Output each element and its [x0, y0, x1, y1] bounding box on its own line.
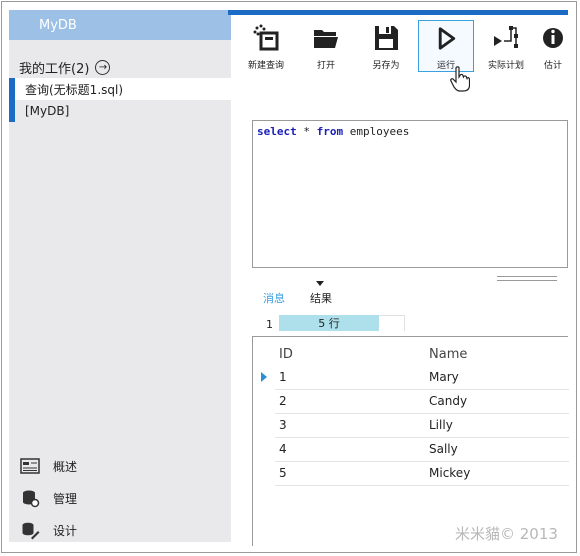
cell-name: Mary: [429, 370, 459, 384]
cell-id: 4: [279, 442, 287, 456]
table-row[interactable]: 1 Mary: [275, 365, 569, 390]
new-query-label: 新建查询: [247, 61, 284, 71]
nav-manage-label: 管理: [53, 491, 78, 506]
my-work-header[interactable]: 我的工作(2) →: [19, 58, 111, 77]
item-indicator: [9, 100, 15, 122]
sidebar-item-mydb[interactable]: [MyDB]: [9, 100, 231, 122]
estimate-label: 估计: [543, 61, 562, 71]
save-as-button[interactable]: 另存为: [358, 20, 414, 72]
sql-editor[interactable]: select * from employees: [252, 120, 568, 268]
cell-name: Candy: [429, 394, 468, 408]
sidebar-item-label: 查询(无标题1.sql): [25, 82, 124, 97]
my-work-label: 我的工作(2): [19, 62, 90, 77]
estimate-button[interactable]: 估计: [538, 20, 568, 72]
run-icon: [438, 27, 456, 50]
results-grid[interactable]: ID Name 1 Mary 2 Candy 3 Lilly 4 Sally 5…: [252, 336, 569, 546]
new-query-icon: [253, 24, 279, 51]
nav-overview[interactable]: 概述: [19, 456, 77, 476]
toolbar: 新建查询 打开 另存为 运行 实际计划 估计: [238, 20, 568, 72]
actual-plan-label: 实际计划: [487, 61, 524, 71]
current-row-indicator-icon: [261, 372, 267, 382]
cell-id: 2: [279, 394, 287, 408]
cell-name: Mickey: [429, 466, 471, 480]
watermark: 米米貓© 2013: [455, 525, 558, 543]
overview-icon: [19, 456, 41, 476]
sidebar: MyDB 我的工作(2) → 查询(无标题1.sql) [MyDB] 概述 管理…: [9, 10, 231, 542]
column-header-name[interactable]: Name: [429, 347, 467, 362]
nav-design-label: 设计: [53, 523, 78, 538]
database-admin-icon: [19, 488, 41, 508]
cell-name: Lilly: [429, 418, 453, 432]
table-row[interactable]: 5 Mickey: [275, 461, 569, 486]
toolbar-accent-bar: [228, 10, 568, 15]
result-set-number[interactable]: 1: [266, 318, 273, 331]
navigate-arrow-icon[interactable]: →: [95, 60, 111, 75]
cell-id: 1: [279, 370, 287, 384]
caret-down-icon: [316, 281, 324, 286]
cell-name: Sally: [429, 442, 458, 456]
nav-design[interactable]: 设计: [19, 520, 77, 540]
nav-overview-label: 概述: [53, 459, 78, 474]
hand-cursor-icon: [450, 66, 470, 92]
table-row[interactable]: 3 Lilly: [275, 413, 569, 438]
column-header-id[interactable]: ID: [279, 347, 293, 362]
sidebar-item-query[interactable]: 查询(无标题1.sql): [9, 78, 231, 100]
save-as-icon: [375, 26, 398, 50]
active-indicator: [9, 78, 15, 100]
sql-text-star: *: [296, 125, 317, 138]
row-count-badge: 5 行: [279, 315, 379, 331]
open-folder-icon: [314, 30, 338, 48]
sql-keyword-from: from: [316, 125, 344, 138]
tab-results[interactable]: 结果: [310, 290, 332, 306]
sql-text-table: employees: [343, 125, 410, 138]
design-icon: [19, 520, 41, 540]
nav-manage[interactable]: 管理: [19, 488, 77, 508]
sidebar-item-label: [MyDB]: [25, 104, 70, 118]
tab-messages[interactable]: 消息: [263, 290, 285, 306]
sql-keyword-select: select: [257, 125, 297, 138]
result-set-track: [379, 315, 405, 331]
actual-plan-icon: [494, 26, 518, 48]
table-row[interactable]: 4 Sally: [275, 437, 569, 462]
app-title: MyDB: [9, 10, 231, 40]
run-button[interactable]: 运行: [418, 20, 474, 72]
actual-plan-button[interactable]: 实际计划: [478, 20, 534, 72]
table-row[interactable]: 2 Candy: [275, 389, 569, 414]
open-label: 打开: [316, 61, 335, 71]
save-as-label: 另存为: [372, 61, 400, 71]
estimate-icon: [543, 28, 563, 48]
cell-id: 3: [279, 418, 287, 432]
pane-splitter[interactable]: [497, 276, 557, 281]
cell-id: 5: [279, 466, 287, 480]
new-query-button[interactable]: 新建查询: [238, 20, 294, 72]
open-button[interactable]: 打开: [298, 20, 354, 72]
